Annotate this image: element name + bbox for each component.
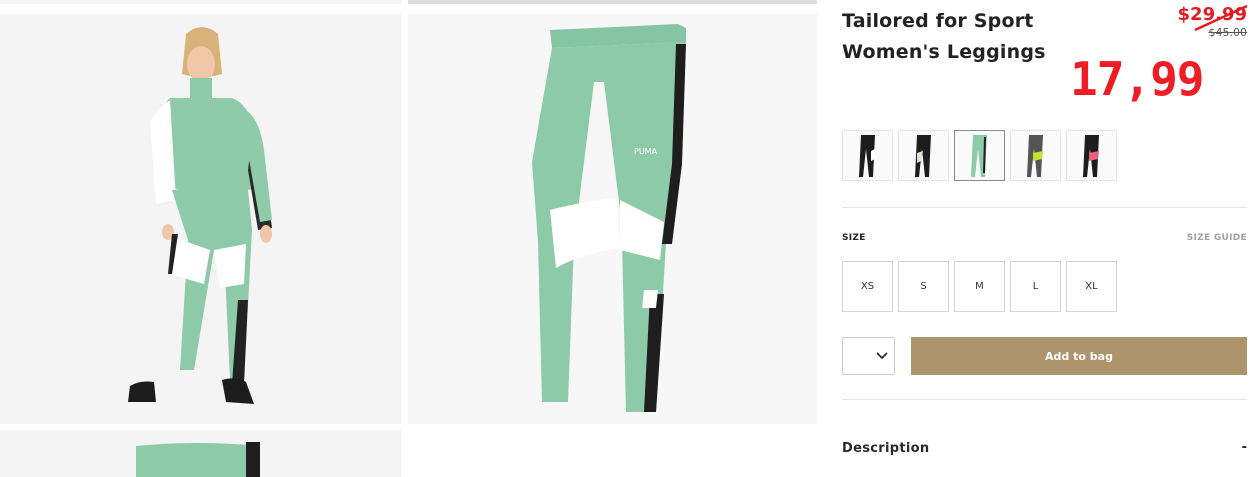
msrp-price: $45.00 [1208,26,1248,39]
size-option-s[interactable]: S [898,261,949,312]
description-heading[interactable]: Description [842,441,929,456]
size-option-xl[interactable]: XL [1066,261,1117,312]
swatch-black-pink[interactable] [1066,130,1117,181]
swatch-black-white[interactable] [842,130,893,181]
swatch-grey-lime[interactable] [1010,130,1061,181]
swatch-black-beige[interactable] [898,130,949,181]
divider [842,207,1247,208]
divider [842,399,1247,400]
gallery-image-model[interactable] [0,14,401,424]
add-to-bag-button[interactable]: Add to bag [911,337,1247,375]
size-option-xs[interactable]: XS [842,261,893,312]
product-info: Tailored for Sport Women's Leggings $29.… [842,0,1248,477]
color-swatches [842,130,1117,181]
gallery-image-top-left[interactable] [0,0,401,4]
svg-text:PUMA: PUMA [634,147,658,156]
product-title: Tailored for Sport Women's Leggings [842,6,1072,68]
chevron-down-icon [876,352,888,360]
swatch-mint-green[interactable] [954,130,1005,181]
size-options: XS S M L XL [842,261,1117,312]
original-price: $29.99 [1177,4,1247,25]
gallery-image-empty [408,430,817,477]
size-guide-link[interactable]: SIZE GUIDE [1187,233,1247,243]
gallery-image-leggings[interactable]: PUMA [408,14,817,424]
description-toggle[interactable]: - [1242,440,1247,455]
size-option-m[interactable]: M [954,261,1005,312]
gallery-image-top-right[interactable] [408,0,817,4]
product-title-line-2: Women's Leggings [842,41,1046,63]
product-gallery: PUMA [0,0,820,477]
size-option-l[interactable]: L [1010,261,1061,312]
gallery-image-detail[interactable] [0,430,401,477]
sale-price: 17,99 [1070,52,1204,106]
product-title-line-1: Tailored for Sport [842,10,1034,32]
quantity-select[interactable] [842,337,895,375]
size-label: SIZE [842,233,866,243]
